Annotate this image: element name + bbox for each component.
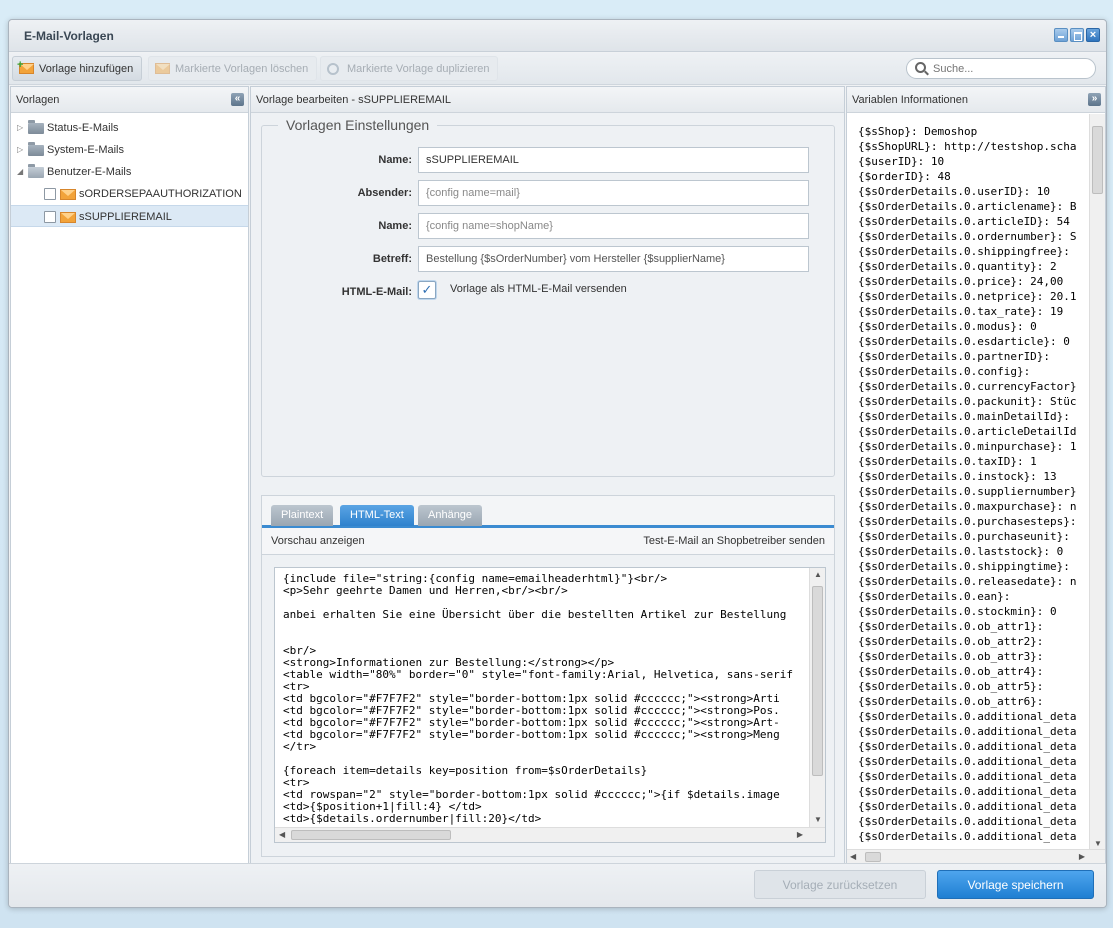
html-mail-checkbox[interactable]: ✓ <box>418 281 436 299</box>
name-field[interactable]: sSUPPLIEREMAIL <box>418 147 809 173</box>
templates-panel-title: Vorlagen <box>16 94 60 106</box>
sender-name-row: Name: {config name=shopName} <box>262 213 822 239</box>
code-vscroll-thumb[interactable] <box>812 586 823 776</box>
sender-name-label: Name: <box>378 220 412 232</box>
tree-item-ssupplieremail[interactable]: sSUPPLIEREMAIL <box>11 205 248 227</box>
toolbar: + Vorlage hinzufügen Markierte Vorlagen … <box>9 53 1106 85</box>
settings-legend: Vorlagen Einstellungen <box>278 117 438 133</box>
editor-panel-title: Vorlage bearbeiten - sSUPPLIEREMAIL <box>256 94 452 106</box>
tab-html-text[interactable]: HTML-Text <box>340 505 414 526</box>
variables-panel-title: Variablen Informationen <box>852 94 968 106</box>
code-hscroll-thumb[interactable] <box>291 830 451 840</box>
minimize-icon[interactable] <box>1054 28 1068 42</box>
preview-bar: Vorschau anzeigen Test-E-Mail an Shopbet… <box>262 528 834 555</box>
tree-folder-label: System-E-Mails <box>47 144 125 156</box>
duplicate-template-button[interactable]: Markierte Vorlage duplizieren <box>320 56 499 81</box>
expand-arrow-icon[interactable]: ▷ <box>17 117 23 139</box>
tree-folder-user[interactable]: ◢ Benutzer-E-Mails <box>11 161 248 183</box>
scroll-left-icon[interactable]: ◀ <box>279 830 285 839</box>
settings-fieldset: Vorlagen Einstellungen Name: sSUPPLIEREM… <box>261 117 835 477</box>
scroll-right-icon[interactable]: ▶ <box>797 830 803 839</box>
scroll-down-icon[interactable]: ▼ <box>814 815 822 824</box>
collapse-arrow-icon[interactable]: ◢ <box>17 161 23 183</box>
sender-label: Absender: <box>357 187 412 199</box>
collapse-right-icon[interactable]: » <box>1088 93 1101 106</box>
subject-field[interactable]: Bestellung {$sOrderNumber} vom Herstelle… <box>418 246 809 272</box>
html-code-text[interactable]: {include file="string:{config name=email… <box>283 573 793 825</box>
item-checkbox[interactable] <box>44 188 56 200</box>
variables-panel: Variablen Informationen » {$sShop}: Demo… <box>846 86 1106 865</box>
delete-mail-icon <box>155 63 170 74</box>
duplicate-icon <box>327 63 339 75</box>
expand-arrow-icon[interactable]: ▷ <box>17 139 23 161</box>
tab-bar: Plaintext HTML-Text Anhänge <box>262 496 834 528</box>
templates-panel-header: Vorlagen « <box>11 87 248 113</box>
add-template-button[interactable]: + Vorlage hinzufügen <box>12 56 143 81</box>
reset-template-button[interactable]: Vorlage zurücksetzen <box>754 870 926 899</box>
variables-vscroll-thumb[interactable] <box>1092 126 1103 194</box>
preview-button[interactable]: Vorschau anzeigen <box>271 528 365 555</box>
tree-item-sordersepaauthorization[interactable]: sORDERSEPAAUTHORIZATION <box>11 183 248 205</box>
subject-label: Betreff: <box>372 253 412 265</box>
scroll-down-icon[interactable]: ▼ <box>1094 839 1102 848</box>
add-template-label: Vorlage hinzufügen <box>39 63 134 75</box>
window-titlebar[interactable]: E-Mail-Vorlagen × <box>9 20 1106 52</box>
scroll-right-icon[interactable]: ▶ <box>1079 852 1085 861</box>
tree-folder-label: Status-E-Mails <box>47 122 119 134</box>
search-icon <box>915 62 926 73</box>
templates-panel: Vorlagen « ▷ Status-E-Mails ▷ System-E-M… <box>10 86 249 865</box>
folder-icon <box>28 120 44 134</box>
variables-panel-header: Variablen Informationen » <box>847 87 1105 113</box>
search-field[interactable] <box>906 58 1096 79</box>
test-mail-button[interactable]: Test-E-Mail an Shopbetreiber senden <box>643 528 825 555</box>
tree-item-label: sSUPPLIEREMAIL <box>79 211 172 223</box>
html-code-editor[interactable]: {include file="string:{config name=email… <box>274 567 826 843</box>
code-vertical-scrollbar[interactable]: ▲ ▼ <box>809 568 825 842</box>
item-checkbox[interactable] <box>44 211 56 223</box>
code-horizontal-scrollbar[interactable]: ◀ ▶ <box>275 827 825 842</box>
delete-templates-button[interactable]: Markierte Vorlagen löschen <box>148 56 318 81</box>
open-folder-icon <box>28 164 44 178</box>
tree-folder-label: Benutzer-E-Mails <box>47 166 132 178</box>
duplicate-template-label: Markierte Vorlage duplizieren <box>347 63 490 75</box>
name-row: Name: sSUPPLIEREMAIL <box>262 147 822 173</box>
footer-bar: Vorlage zurücksetzen Vorlage speichern <box>9 863 1106 907</box>
variables-hscroll-thumb[interactable] <box>865 852 881 862</box>
editor-panel: Vorlage bearbeiten - sSUPPLIEREMAIL Vorl… <box>250 86 845 865</box>
window-controls: × <box>1054 28 1100 42</box>
tab-attachments[interactable]: Anhänge <box>418 505 483 526</box>
tree-folder-system[interactable]: ▷ System-E-Mails <box>11 139 248 161</box>
maximize-icon[interactable] <box>1070 28 1084 42</box>
mail-icon <box>60 189 76 200</box>
save-template-button[interactable]: Vorlage speichern <box>937 870 1094 899</box>
variables-horizontal-scrollbar[interactable]: ◀ ▶ <box>847 849 1105 864</box>
html-mail-checkbox-label: Vorlage als HTML-E-Mail versenden <box>450 283 627 295</box>
email-templates-window: E-Mail-Vorlagen × + Vorlage hinzufügen M… <box>8 19 1107 908</box>
delete-templates-label: Markierte Vorlagen löschen <box>175 63 309 75</box>
templates-tree: ▷ Status-E-Mails ▷ System-E-Mails ◢ Benu… <box>11 117 248 227</box>
variables-vertical-scrollbar[interactable]: ▼ <box>1089 114 1105 850</box>
variables-list: {$sShop}: Demoshop {$sShopURL}: http://t… <box>858 125 1077 843</box>
sender-name-field[interactable]: {config name=shopName} <box>418 213 809 239</box>
add-mail-icon: + <box>17 60 34 74</box>
mail-icon <box>60 212 76 223</box>
subject-row: Betreff: Bestellung {$sOrderNumber} vom … <box>262 246 822 272</box>
sender-field[interactable]: {config name=mail} <box>418 180 809 206</box>
search-input[interactable] <box>933 61 1083 76</box>
html-mail-label: HTML-E-Mail: <box>341 286 412 298</box>
scroll-up-icon[interactable]: ▲ <box>814 570 822 579</box>
tree-folder-status[interactable]: ▷ Status-E-Mails <box>11 117 248 139</box>
editor-panel-header: Vorlage bearbeiten - sSUPPLIEREMAIL <box>251 87 844 113</box>
scroll-left-icon[interactable]: ◀ <box>850 852 856 861</box>
close-icon[interactable]: × <box>1086 28 1100 42</box>
collapse-left-icon[interactable]: « <box>231 93 244 106</box>
window-title: E-Mail-Vorlagen <box>24 29 114 43</box>
folder-icon <box>28 142 44 156</box>
content-tabs: Plaintext HTML-Text Anhänge Vorschau anz… <box>261 495 835 857</box>
sender-row: Absender: {config name=mail} <box>262 180 822 206</box>
tab-plaintext[interactable]: Plaintext <box>271 505 334 526</box>
html-mail-row: HTML-E-Mail: ✓ Vorlage als HTML-E-Mail v… <box>262 281 822 307</box>
tree-item-label: sORDERSEPAAUTHORIZATION <box>79 188 242 200</box>
name-label: Name: <box>378 154 412 166</box>
